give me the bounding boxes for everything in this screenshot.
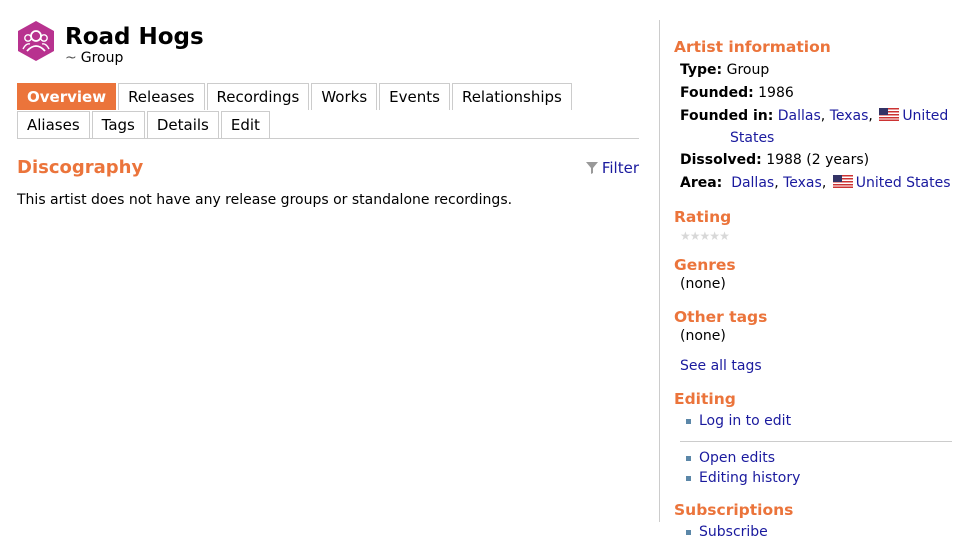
artist-info-list: Type: Group Founded: 1986 Founded in: Da… [680,59,952,195]
star-icon[interactable]: ★ [700,229,711,243]
founded-in-city-link[interactable]: Dallas [778,108,821,124]
founded-label: Founded: [680,85,754,101]
tab-recordings[interactable]: Recordings [206,83,310,110]
tab-details[interactable]: Details [146,111,219,138]
founded-in-country-link[interactable]: United [902,108,948,124]
tab-edit[interactable]: Edit [220,111,270,138]
type-label: Type: [680,62,723,78]
artist-header: Road Hogs ~ Group [17,20,639,82]
rating-stars[interactable]: ★★★★★ [680,229,952,243]
tab-overview[interactable]: Overview [17,83,117,110]
us-flag-icon [879,108,900,121]
dissolved-value: 1988 (2 years) [766,152,870,168]
editing-heading: Editing [674,390,736,408]
list-item: Open edits [686,448,952,468]
log-in-to-edit-link[interactable]: Log in to edit [699,411,791,431]
artist-info-heading: Artist information [674,38,831,56]
type-value: Group [726,62,770,78]
area-state-link[interactable]: Texas [783,175,822,191]
editing-history-link[interactable]: Editing history [699,468,800,488]
bullet-icon [686,475,691,481]
dissolved-label: Dissolved: [680,152,762,168]
us-flag-icon [832,175,853,188]
bullet-icon [686,529,691,535]
editing-divider [680,441,952,442]
area-label: Area: [680,175,723,191]
tab-works[interactable]: Works [311,83,378,110]
subscriptions-list: Subscribe [686,522,952,542]
tabs-row-primary: Overview Releases Recordings Works Event… [17,82,639,110]
type-row: Type: Group [680,59,952,82]
artist-type-label: Group [80,50,124,66]
tab-tags[interactable]: Tags [91,111,145,138]
genres-heading: Genres [674,256,736,274]
other-tags-heading: Other tags [674,308,768,326]
editing-links-list: Open edits Editing history [686,448,952,488]
area-row: Area: Dallas, Texas, United States [680,175,951,191]
filter-label: Filter [601,158,639,177]
discography-heading: Discography [17,157,144,178]
main-content: Road Hogs ~ Group Overview Releases Recor… [17,20,639,208]
list-item: Subscribe [686,522,952,542]
star-icon[interactable]: ★ [719,229,730,243]
founded-in-country-wrap: States [680,128,952,149]
rating-heading: Rating [674,208,732,226]
tab-releases[interactable]: Releases [118,83,205,110]
type-tilde: ~ [65,50,77,66]
discography-empty-message: This artist does not have any release gr… [17,192,513,208]
tab-relationships[interactable]: Relationships [451,83,572,110]
artist-name[interactable]: Road Hogs [65,22,204,52]
editing-login-list: Log in to edit [686,411,952,431]
star-icon[interactable]: ★ [680,229,691,243]
founded-in-label: Founded in: [680,108,774,124]
area-city-link[interactable]: Dallas [731,175,774,191]
tab-events[interactable]: Events [379,83,450,110]
discography-header: Discography Filter [17,157,639,178]
founded-row: Founded: 1986 [680,82,952,105]
bullet-icon [686,418,691,424]
founded-in-country-link-cont[interactable]: States [730,130,774,146]
star-icon[interactable]: ★ [709,229,720,243]
filter-icon [585,161,598,174]
list-item: Editing history [686,468,952,488]
genres-value: (none) [680,276,726,292]
subscriptions-heading: Subscriptions [674,501,794,519]
tab-aliases[interactable]: Aliases [17,111,90,138]
founded-value: 1986 [758,85,794,101]
sidebar: Artist information Type: Group Founded: … [674,37,952,542]
dissolved-row: Dissolved: 1988 (2 years) [680,149,952,172]
tabs-row-secondary: Aliases Tags Details Edit [17,110,639,139]
star-icon[interactable]: ★ [690,229,701,243]
founded-in-row: Founded in: Dallas, Texas, United [680,108,949,124]
group-artist-icon [18,21,54,61]
artist-type: ~ Group [65,50,204,66]
founded-in-state-link[interactable]: Texas [830,108,869,124]
filter-button[interactable]: Filter [585,158,639,177]
other-tags-value: (none) [680,328,726,344]
bullet-icon [686,455,691,461]
sidebar-divider [659,20,660,522]
list-item: Log in to edit [686,411,952,431]
subscribe-link[interactable]: Subscribe [699,522,768,542]
open-edits-link[interactable]: Open edits [699,448,775,468]
see-all-tags-link[interactable]: See all tags [680,358,762,374]
area-country-link[interactable]: United States [856,175,951,191]
